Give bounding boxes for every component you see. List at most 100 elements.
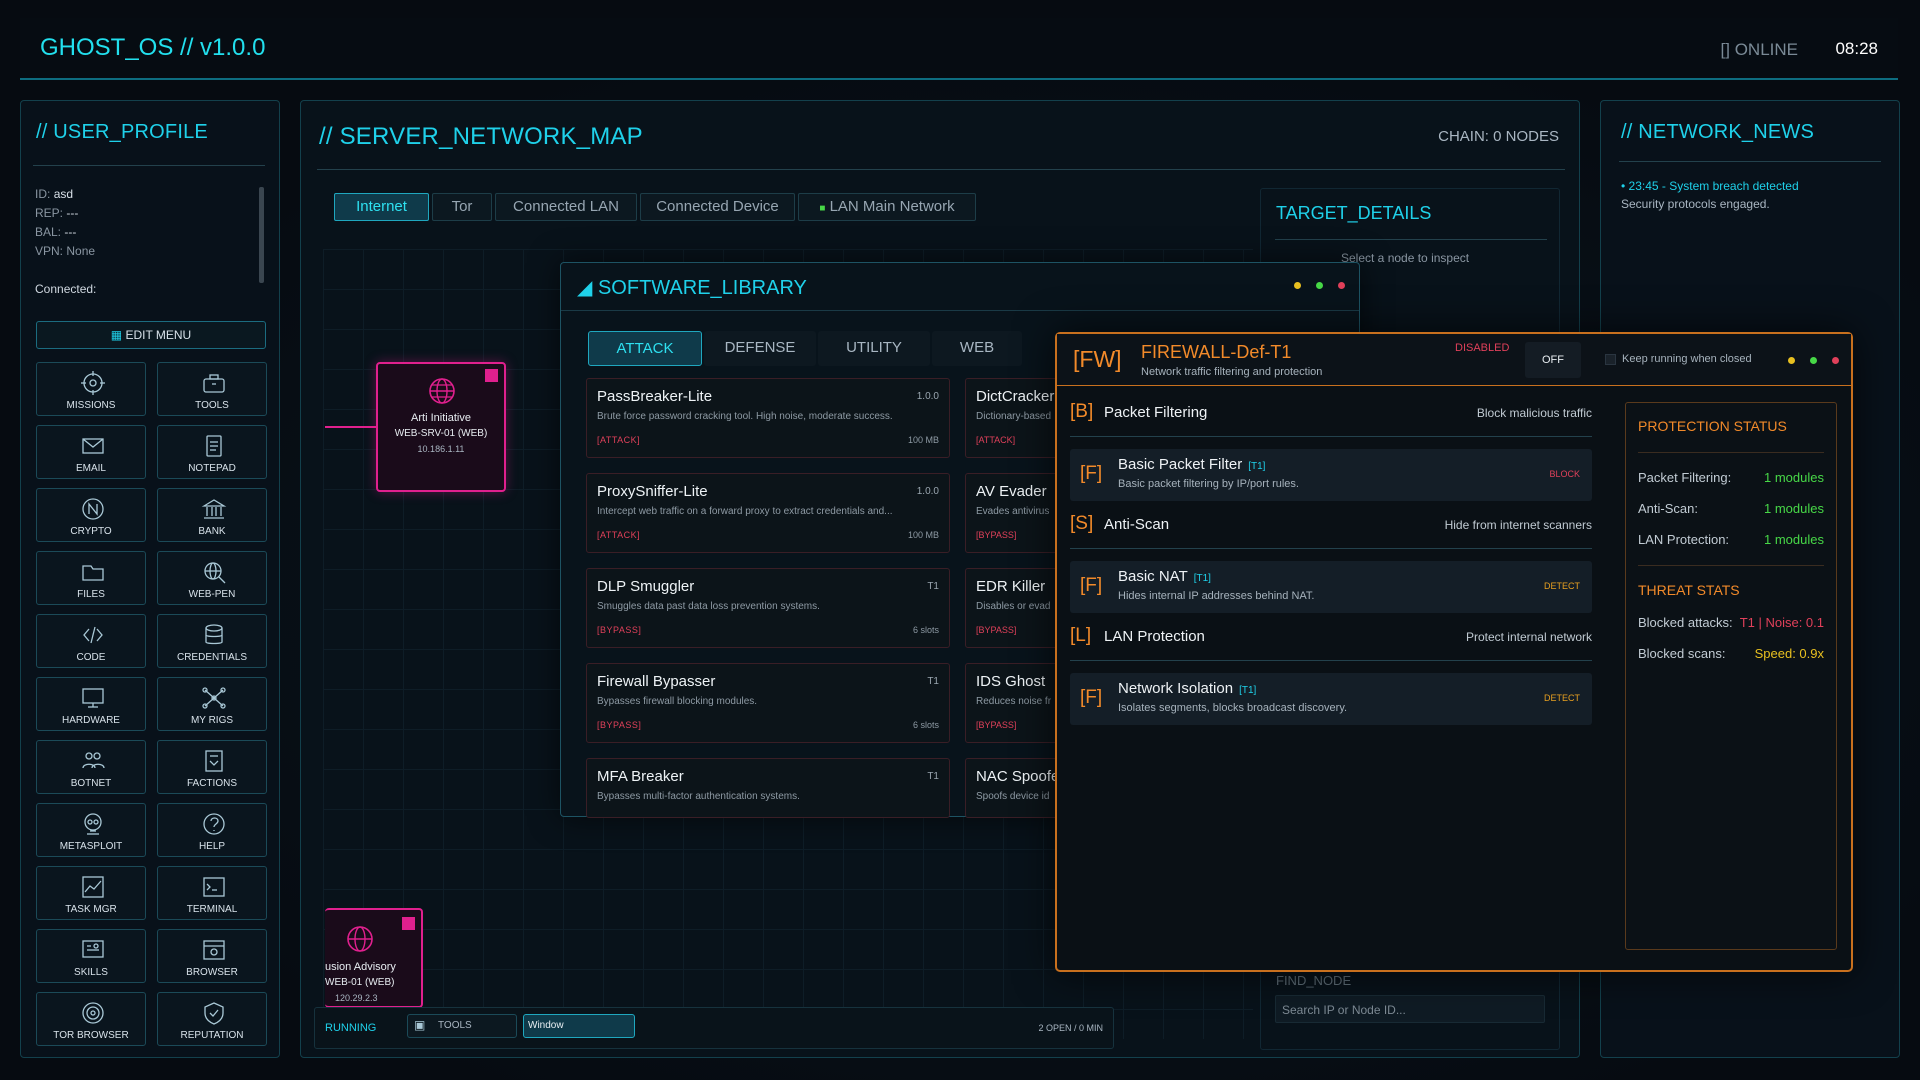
server-node-arti[interactable]: Arti Initiative WEB-SRV-01 (WEB) 10.186.… bbox=[376, 362, 506, 492]
node-flag bbox=[402, 917, 415, 930]
app-reputation-button[interactable]: REPUTATION bbox=[157, 992, 267, 1046]
edit-icon: ▦ bbox=[110, 328, 123, 342]
protection-status-title: PROTECTION STATUS bbox=[1638, 418, 1787, 434]
protection-row: LAN Protection: 1 modules bbox=[1638, 532, 1824, 547]
app-missions-button[interactable]: MISSIONS bbox=[36, 362, 146, 416]
section-label: LAN Protection bbox=[1104, 628, 1205, 645]
app-factions-button[interactable]: FACTIONS bbox=[157, 740, 267, 794]
module-desc: Isolates segments, blocks broadcast disc… bbox=[1118, 702, 1348, 714]
app-web-pen-button[interactable]: WEB-PEN bbox=[157, 551, 267, 605]
panel-title: // SERVER_NETWORK_MAP bbox=[319, 123, 643, 150]
library-tab-attack[interactable]: ATTACK bbox=[588, 331, 702, 366]
app-browser-button[interactable]: BROWSER bbox=[157, 929, 267, 983]
taskbar-tools-button[interactable]: ▣ TOOLS bbox=[407, 1014, 517, 1038]
node-search-input[interactable]: Search IP or Node ID... bbox=[1275, 995, 1545, 1023]
app-metasploit-button[interactable]: METASPLOIT bbox=[36, 803, 146, 857]
profile-scrollbar[interactable] bbox=[259, 187, 264, 283]
app-botnet-button[interactable]: BOTNET bbox=[36, 740, 146, 794]
software-card[interactable]: MFA Breaker T1 Bypasses multi-factor authe… bbox=[586, 758, 950, 818]
app-email-button[interactable]: EMAIL bbox=[36, 425, 146, 479]
toolbox-icon: ▣ bbox=[414, 1018, 426, 1032]
card-name: IDS Ghost bbox=[976, 673, 1046, 690]
protection-row: Packet Filtering: 1 modules bbox=[1638, 470, 1824, 485]
section-label: Anti-Scan bbox=[1104, 516, 1170, 533]
tab-lan-main-network[interactable]: ■ LAN Main Network bbox=[798, 193, 976, 221]
firewall-section: [B] Packet Filtering Block malicious traff… bbox=[1070, 393, 1592, 433]
app-bank-button[interactable]: BANK bbox=[157, 488, 267, 542]
library-title: ◢ SOFTWARE_LIBRARY bbox=[577, 275, 807, 300]
skills-icon bbox=[82, 940, 104, 958]
firewall-module[interactable]: [F] Basic NAT [T1] Hides internal IP addres… bbox=[1070, 561, 1592, 613]
app-files-button[interactable]: FILES bbox=[36, 551, 146, 605]
library-tab-defense[interactable]: DEFENSE bbox=[704, 331, 816, 366]
bal-label: BAL: bbox=[35, 225, 62, 239]
server-node-usion[interactable]: usion Advisory WEB-01 (WEB) 120.29.2.3 bbox=[325, 908, 423, 1008]
protection-label: Packet Filtering: bbox=[1638, 470, 1732, 485]
module-desc: Basic packet filtering by IP/port rules. bbox=[1118, 478, 1299, 490]
software-card[interactable]: PassBreaker-Lite 1.0.0 Brute force passwor… bbox=[586, 378, 950, 458]
node-ip: 120.29.2.3 bbox=[335, 993, 378, 1003]
card-name: ProxySniffer-Lite bbox=[597, 483, 708, 500]
app-crypto-button[interactable]: CRYPTO bbox=[36, 488, 146, 542]
app-help-button[interactable]: HELP bbox=[157, 803, 267, 857]
bank-icon bbox=[201, 499, 227, 519]
tab-tor[interactable]: Tor bbox=[432, 193, 492, 221]
firewall-toggle-button[interactable]: OFF bbox=[1525, 342, 1581, 378]
firewall-titlebar[interactable]: [FW] FIREWALL-Def-T1 Network traffic fil… bbox=[1057, 334, 1851, 386]
tab-connected-device[interactable]: Connected Device bbox=[640, 193, 795, 221]
app-label: CREDENTIALS bbox=[176, 652, 247, 663]
close-dot-icon[interactable] bbox=[1338, 282, 1345, 289]
software-card-partial[interactable]: AV Evader Evades antivirus [BYPASS] bbox=[965, 473, 1065, 553]
app-terminal-button[interactable]: TERMINAL bbox=[157, 866, 267, 920]
panel-title: // NETWORK_NEWS bbox=[1621, 121, 1815, 143]
app-code-button[interactable]: CODE bbox=[36, 614, 146, 668]
firewall-module[interactable]: [F] Basic Packet Filter [T1] Basic packet f… bbox=[1070, 449, 1592, 501]
card-tag: [BYPASS] bbox=[976, 625, 1017, 635]
software-card[interactable]: Firewall Bypasser T1 Bypasses firewall blo… bbox=[586, 663, 950, 743]
maximize-dot-icon[interactable] bbox=[1316, 282, 1323, 289]
protection-value: 1 modules bbox=[1764, 532, 1824, 547]
software-card-partial[interactable]: NAC Spoofe Spoofs device id bbox=[965, 758, 1065, 818]
app-hardware-button[interactable]: HARDWARE bbox=[36, 677, 146, 731]
software-card[interactable]: ProxySniffer-Lite 1.0.0 Intercept web traf… bbox=[586, 473, 950, 553]
software-card-partial[interactable]: IDS Ghost Reduces noise fr [BYPASS] bbox=[965, 663, 1065, 743]
maximize-dot-icon[interactable] bbox=[1810, 357, 1817, 364]
section-desc: Hide from internet scanners bbox=[1444, 518, 1592, 532]
node-name: usion Advisory bbox=[325, 961, 396, 973]
app-tor-browser-button[interactable]: TOR BROWSER bbox=[36, 992, 146, 1046]
app-label: BANK bbox=[198, 526, 226, 537]
node-flag bbox=[485, 369, 498, 382]
node-ip: 10.186.1.11 bbox=[417, 444, 465, 454]
taskbar: RUNNING ▣ TOOLS Window 2 OPEN / 0 MIN bbox=[314, 1007, 1114, 1049]
app-skills-button[interactable]: SKILLS bbox=[36, 929, 146, 983]
minimize-dot-icon[interactable] bbox=[1788, 357, 1795, 364]
module-key: [F] bbox=[1080, 575, 1103, 596]
tab-connected-lan[interactable]: Connected LAN bbox=[495, 193, 637, 221]
module-name-text: Basic NAT bbox=[1118, 568, 1188, 585]
edit-menu-button[interactable]: ▦ EDIT MENU bbox=[36, 321, 266, 349]
news-headline[interactable]: • 23:45 - System breach detected bbox=[1621, 179, 1799, 193]
app-notepad-button[interactable]: NOTEPAD bbox=[157, 425, 267, 479]
minimize-dot-icon[interactable] bbox=[1294, 282, 1301, 289]
keep-running-checkbox[interactable] bbox=[1605, 354, 1616, 365]
firewall-section: [S] Anti-Scan Hide from internet scanners bbox=[1070, 505, 1592, 545]
app-tools-button[interactable]: TOOLS bbox=[157, 362, 267, 416]
window-titlebar[interactable]: ◢ SOFTWARE_LIBRARY bbox=[561, 263, 1359, 311]
protection-value: 1 modules bbox=[1764, 501, 1824, 516]
taskbar-window-button[interactable]: Window bbox=[523, 1014, 635, 1038]
app-credentials-button[interactable]: CREDENTIALS bbox=[157, 614, 267, 668]
software-card[interactable]: DLP Smuggler T1 Smuggles data past data lo… bbox=[586, 568, 950, 648]
library-tab-web[interactable]: WEB bbox=[932, 331, 1022, 366]
software-card-partial[interactable]: EDR Killer Disables or evad [BYPASS] bbox=[965, 568, 1065, 648]
firewall-module[interactable]: [F] Network Isolation [T1] Isolates segment… bbox=[1070, 673, 1592, 725]
code-icon bbox=[83, 626, 103, 644]
app-task-mgr-button[interactable]: TASK MGR bbox=[36, 866, 146, 920]
library-tab-utility[interactable]: UTILITY bbox=[818, 331, 930, 366]
app-my-rigs-button[interactable]: MY RIGS bbox=[157, 677, 267, 731]
close-dot-icon[interactable] bbox=[1832, 357, 1839, 364]
blocked-scans-value: Speed: 0.9x bbox=[1754, 646, 1824, 661]
software-card-partial[interactable]: DictCracker Dictionary-based [ATTACK] bbox=[965, 378, 1065, 458]
app-label: MISSIONS bbox=[66, 400, 116, 411]
card-name: AV Evader bbox=[976, 483, 1047, 500]
tab-internet[interactable]: Internet bbox=[334, 193, 429, 221]
